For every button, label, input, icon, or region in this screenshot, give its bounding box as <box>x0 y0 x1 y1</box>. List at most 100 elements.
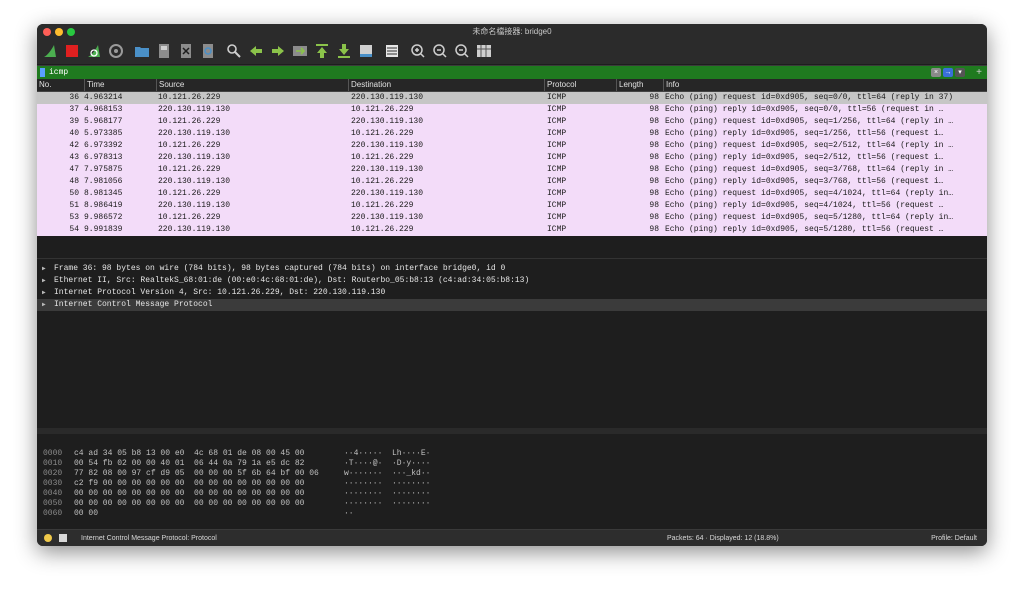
packet-cell-proto: ICMP <box>547 201 567 210</box>
packet-cell-info: Echo (ping) request id=0xd905, seq=2/512… <box>665 141 954 150</box>
packet-cell-info: Echo (ping) reply id=0xd905, seq=1/256, … <box>665 129 944 138</box>
stop-capture-icon[interactable] <box>63 42 81 60</box>
packet-cell-dst: 220.130.119.130 <box>351 189 424 198</box>
packet-row[interactable]: 51 8.986419 220.130.119.130 10.121.26.229 IC… <box>37 200 987 212</box>
zoom-out-icon[interactable] <box>431 42 449 60</box>
colorize-icon[interactable] <box>383 42 401 60</box>
packet-row[interactable]: 53 9.986572 10.121.26.229 220.130.119.130 IC… <box>37 212 987 224</box>
packet-cell-no: 43 <box>69 153 79 162</box>
packet-row[interactable]: 47 7.975875 10.121.26.229 220.130.119.130 IC… <box>37 164 987 176</box>
profile-label[interactable]: Profile: Default <box>931 530 977 546</box>
packet-cell-time: 8.981345 <box>84 189 123 198</box>
go-forward-arrow-icon[interactable] <box>269 42 287 60</box>
packet-list: No. Time Source Destination Protocol Len… <box>37 79 987 236</box>
open-file-folder-icon[interactable] <box>133 42 151 60</box>
detail-row-ipv4[interactable]: ▶ Internet Protocol Version 4, Src: 10.12… <box>37 287 987 299</box>
wireshark-window: 未命名檔接器: bridge0 icmp × → ▾ + No. Time So… <box>37 24 987 546</box>
packet-cell-info: Echo (ping) request id=0xd905, seq=4/102… <box>665 189 954 198</box>
zoom-window-button[interactable] <box>67 28 75 36</box>
zoom-in-icon[interactable] <box>409 42 427 60</box>
packet-cell-src: 220.130.119.130 <box>158 201 231 210</box>
packet-cell-time: 5.973385 <box>84 129 123 138</box>
packet-row[interactable]: 36 4.963214 10.121.26.229 220.130.119.130 IC… <box>37 92 987 104</box>
minimize-window-button[interactable] <box>55 28 63 36</box>
packet-cell-proto: ICMP <box>547 225 567 234</box>
packet-cell-len: 98 <box>649 177 659 186</box>
save-file-icon[interactable] <box>155 42 173 60</box>
auto-scroll-icon[interactable] <box>357 42 375 60</box>
packet-cell-dst: 220.130.119.130 <box>351 165 424 174</box>
packet-cell-no: 40 <box>69 129 79 138</box>
packet-row[interactable]: 48 7.981056 220.130.119.130 10.121.26.229 IC… <box>37 176 987 188</box>
packet-row[interactable]: 43 6.978313 220.130.119.130 10.121.26.229 IC… <box>37 152 987 164</box>
find-packet-icon[interactable] <box>225 42 243 60</box>
column-header-no[interactable]: No. <box>37 79 84 91</box>
display-filter-bar[interactable]: icmp × → ▾ + <box>37 65 987 79</box>
packet-row[interactable]: 40 5.973385 220.130.119.130 10.121.26.229 IC… <box>37 128 987 140</box>
column-header-info[interactable]: Info <box>663 79 987 91</box>
apply-filter-icon[interactable]: → <box>943 68 953 77</box>
clear-filter-icon[interactable]: × <box>931 68 941 77</box>
packet-cell-len: 98 <box>649 189 659 198</box>
packet-cell-time: 7.975875 <box>84 165 123 174</box>
packet-cell-len: 98 <box>649 225 659 234</box>
packet-cell-no: 54 <box>69 225 79 234</box>
capture-comment-icon[interactable] <box>59 534 67 542</box>
column-header-time[interactable]: Time <box>84 79 156 91</box>
packet-cell-info: Echo (ping) request id=0xd905, seq=0/0, … <box>665 93 954 102</box>
hex-row[interactable]: 0060 00 00 ·· <box>37 508 987 520</box>
close-window-button[interactable] <box>43 28 51 36</box>
packet-cell-dst: 10.121.26.229 <box>351 153 414 162</box>
packet-cell-src: 10.121.26.229 <box>158 189 221 198</box>
filter-dropdown-icon[interactable]: ▾ <box>955 68 965 77</box>
packet-cell-proto: ICMP <box>547 189 567 198</box>
shark-fin-start-icon[interactable] <box>41 42 59 60</box>
packet-cell-no: 50 <box>69 189 79 198</box>
packet-row[interactable]: 37 4.968153 220.130.119.130 10.121.26.229 IC… <box>37 104 987 116</box>
detail-row-icmp[interactable]: ▶ Internet Control Message Protocol <box>37 299 987 311</box>
column-header-protocol[interactable]: Protocol <box>544 79 616 91</box>
detail-row-frame[interactable]: ▶ Frame 36: 98 bytes on wire (784 bits), … <box>37 263 987 275</box>
packet-row[interactable]: 39 5.968177 10.121.26.229 220.130.119.130 IC… <box>37 116 987 128</box>
capture-options-gear-icon[interactable] <box>107 42 125 60</box>
packet-cell-info: Echo (ping) reply id=0xd905, seq=4/1024,… <box>665 201 944 210</box>
column-header-source[interactable]: Source <box>156 79 348 91</box>
expand-arrow-icon[interactable]: ▶ <box>42 287 50 299</box>
add-filter-button-icon[interactable]: + <box>976 66 982 79</box>
reload-file-icon[interactable] <box>199 42 217 60</box>
go-back-arrow-icon[interactable] <box>247 42 265 60</box>
column-header-destination[interactable]: Destination <box>348 79 544 91</box>
restart-capture-icon[interactable] <box>85 42 103 60</box>
packet-cell-proto: ICMP <box>547 213 567 222</box>
go-to-last-packet-icon[interactable] <box>335 42 353 60</box>
zoom-normal-icon[interactable] <box>453 42 471 60</box>
expand-arrow-icon[interactable]: ▶ <box>42 263 50 275</box>
packet-cell-src: 10.121.26.229 <box>158 213 221 222</box>
packet-cell-info: Echo (ping) request id=0xd905, seq=1/256… <box>665 117 954 126</box>
expert-info-status-icon[interactable] <box>44 534 52 542</box>
close-file-icon[interactable] <box>177 42 195 60</box>
packet-cell-src: 10.121.26.229 <box>158 93 221 102</box>
packet-row[interactable]: 50 8.981345 10.121.26.229 220.130.119.130 IC… <box>37 188 987 200</box>
packet-cell-dst: 10.121.26.229 <box>351 201 414 210</box>
packet-cell-proto: ICMP <box>547 165 567 174</box>
packet-cell-len: 98 <box>649 105 659 114</box>
packet-cell-time: 8.986419 <box>84 201 123 210</box>
hex-offset: 0060 <box>43 509 63 518</box>
go-to-packet-icon[interactable] <box>291 42 309 60</box>
detail-row-ethernet[interactable]: ▶ Ethernet II, Src: RealtekS_68:01:de (00… <box>37 275 987 287</box>
bookmark-icon[interactable] <box>40 68 45 77</box>
expand-arrow-icon[interactable]: ▶ <box>42 275 50 287</box>
go-to-first-packet-icon[interactable] <box>313 42 331 60</box>
packet-cell-len: 98 <box>649 213 659 222</box>
resize-columns-icon[interactable] <box>475 42 493 60</box>
packet-row[interactable]: 54 9.991839 220.130.119.130 10.121.26.229 IC… <box>37 224 987 236</box>
packet-cell-time: 4.963214 <box>84 93 123 102</box>
packet-details-pane: ▶ Frame 36: 98 bytes on wire (784 bits), … <box>37 258 987 429</box>
display-filter-input[interactable]: icmp <box>49 66 68 79</box>
packet-row[interactable]: 42 6.973392 10.121.26.229 220.130.119.130 IC… <box>37 140 987 152</box>
column-header-length[interactable]: Length <box>616 79 663 91</box>
packet-cell-len: 98 <box>649 153 659 162</box>
expand-arrow-icon[interactable]: ▶ <box>42 299 50 311</box>
packet-cell-src: 220.130.119.130 <box>158 153 231 162</box>
